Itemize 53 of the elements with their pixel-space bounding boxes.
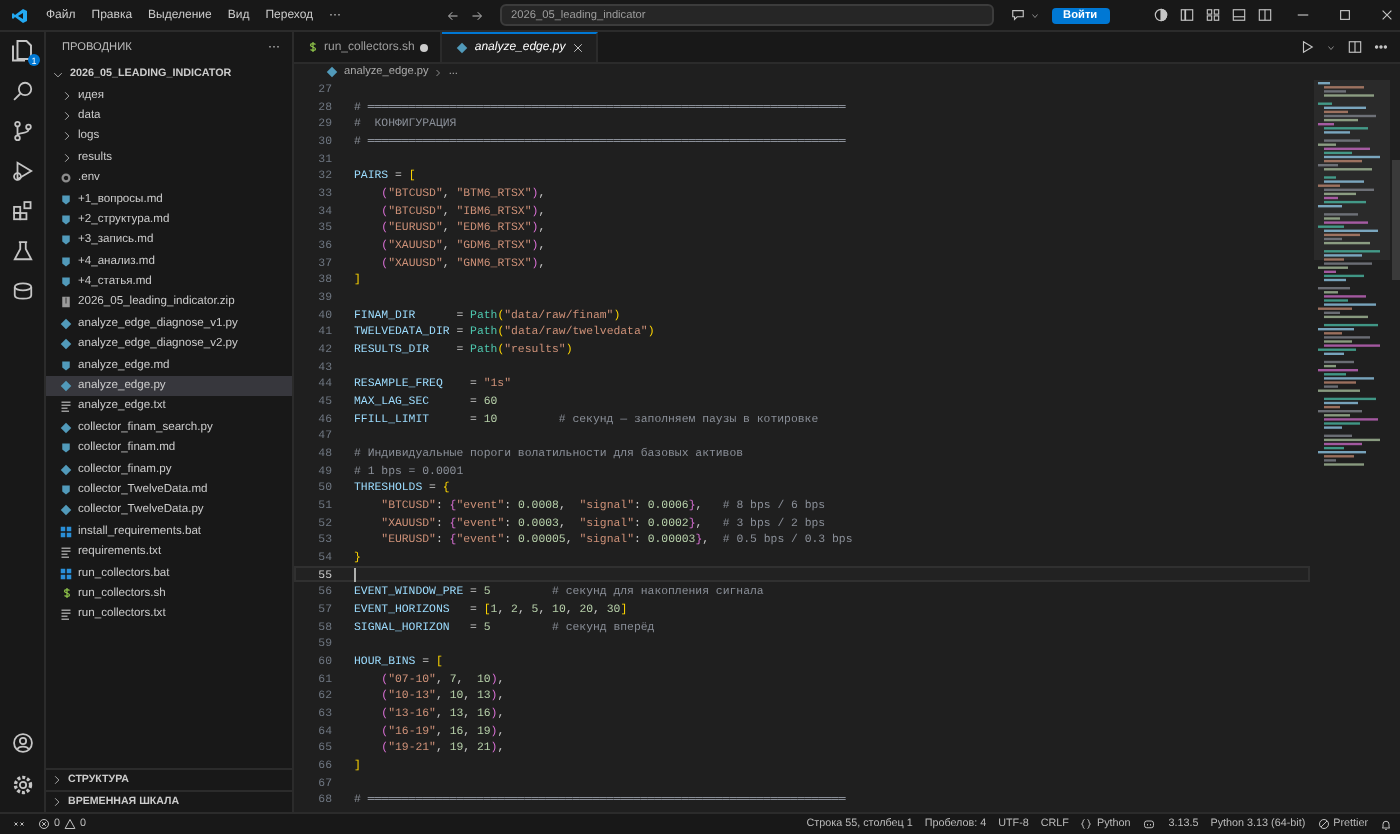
shell-file-icon bbox=[308, 40, 318, 54]
python-file-icon bbox=[60, 463, 72, 476]
minimize-icon[interactable] bbox=[1296, 8, 1310, 22]
forward-arrow-icon[interactable] bbox=[469, 9, 484, 21]
run-debug-icon[interactable] bbox=[11, 160, 33, 182]
database-icon[interactable] bbox=[11, 280, 33, 302]
files-icon[interactable] bbox=[10, 38, 34, 62]
python-file-icon bbox=[60, 421, 72, 434]
braces-icon bbox=[1080, 818, 1093, 830]
chevron-right-icon bbox=[434, 67, 443, 77]
text-file-icon bbox=[60, 400, 72, 413]
text-file-icon bbox=[60, 608, 72, 621]
split-layout-icon[interactable] bbox=[1258, 8, 1272, 22]
maximize-icon[interactable] bbox=[1338, 8, 1352, 22]
back-arrow-icon[interactable] bbox=[445, 9, 460, 21]
flask-icon[interactable] bbox=[11, 240, 33, 262]
app-logo-icon bbox=[12, 7, 28, 23]
caret-icon bbox=[1326, 43, 1336, 51]
gear-icon bbox=[60, 172, 72, 185]
caret-icon bbox=[1029, 11, 1040, 19]
sidebar-layout-icon[interactable] bbox=[1180, 8, 1194, 22]
error-icon bbox=[38, 818, 50, 830]
shell-file-icon bbox=[61, 586, 71, 601]
chevron-down-icon bbox=[52, 69, 64, 80]
text-file-icon bbox=[60, 546, 72, 559]
grid-layout-icon[interactable] bbox=[1206, 8, 1220, 22]
more-icon[interactable] bbox=[1374, 44, 1388, 50]
text-cursor bbox=[354, 567, 356, 582]
markdown-file-icon bbox=[60, 359, 72, 372]
archive-file-icon bbox=[60, 296, 72, 309]
run-icon[interactable] bbox=[1300, 40, 1314, 54]
unsaved-dot bbox=[420, 43, 429, 51]
source-control-icon[interactable] bbox=[11, 120, 33, 142]
windows-file-icon bbox=[60, 525, 72, 538]
bell-icon[interactable] bbox=[1380, 817, 1392, 831]
python-file-icon bbox=[456, 42, 469, 54]
close-icon[interactable] bbox=[571, 42, 584, 54]
markdown-file-icon bbox=[60, 442, 72, 455]
warning-icon bbox=[64, 818, 76, 830]
chat-icon[interactable] bbox=[1009, 8, 1026, 22]
search-icon[interactable] bbox=[11, 80, 33, 102]
markdown-file-icon bbox=[60, 484, 72, 496]
python-file-icon bbox=[60, 380, 72, 393]
extensions-icon[interactable] bbox=[11, 200, 33, 222]
blocked-icon bbox=[1317, 818, 1330, 830]
split-editor-icon[interactable] bbox=[1348, 40, 1362, 54]
account-icon[interactable] bbox=[11, 732, 33, 754]
windows-file-icon bbox=[60, 567, 72, 580]
copilot-icon[interactable] bbox=[1142, 818, 1157, 830]
python-file-icon bbox=[60, 504, 72, 517]
panel-layout-icon[interactable] bbox=[1232, 8, 1246, 22]
close-icon[interactable] bbox=[1380, 8, 1394, 22]
settings-icon[interactable] bbox=[11, 774, 33, 796]
